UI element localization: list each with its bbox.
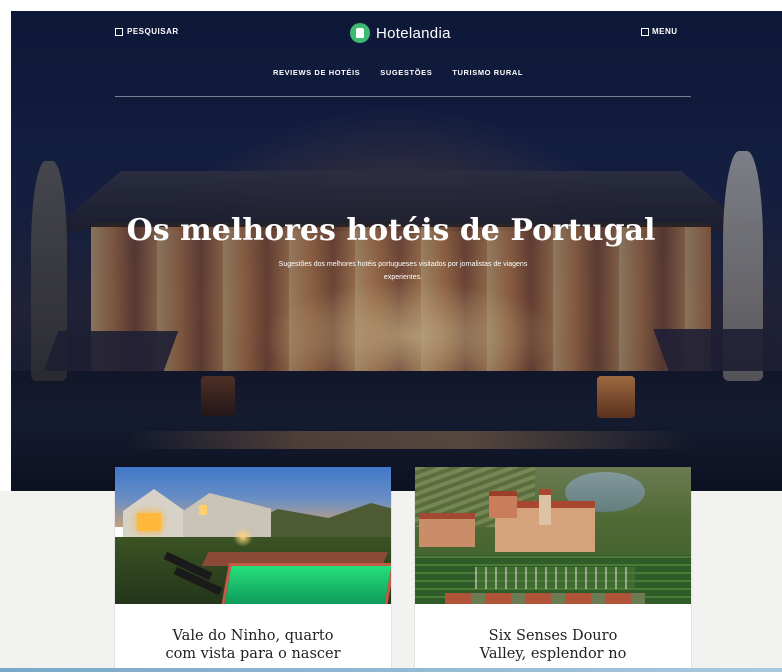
hero-subtitle: Sugestões dos melhores hotéis portuguese…	[278, 261, 528, 281]
image-tower	[539, 489, 551, 525]
image-building	[419, 513, 475, 547]
menu-icon	[641, 27, 649, 36]
article-title-line: Six Senses Douro	[488, 628, 618, 644]
article-card-vale-do-ninho[interactable]: Vale do Ninho, quarto com vista para o n…	[115, 467, 391, 672]
article-image[interactable]	[415, 467, 691, 604]
nav-link-reviews[interactable]: REVIEWS DE HOTÉIS	[273, 68, 360, 77]
brand-logo[interactable]: Hotelandia	[350, 23, 451, 43]
article-title-line: Valley, esplendor no	[479, 646, 627, 662]
hero-overlay	[11, 11, 782, 491]
article-title-line: Vale do Ninho, quarto	[172, 628, 334, 644]
article-card-six-senses[interactable]: Six Senses Douro Valley, esplendor no	[415, 467, 691, 672]
image-roofs	[445, 593, 645, 604]
nav-link-sugestoes[interactable]: SUGESTÕES	[380, 68, 432, 77]
image-pool	[221, 563, 391, 604]
search-button[interactable]: PESQUISAR	[115, 27, 179, 36]
brand-name: Hotelandia	[376, 24, 451, 42]
hero-title: Os melhores hotéis de Portugal	[126, 213, 656, 248]
image-hedges	[475, 567, 635, 589]
search-label: PESQUISAR	[127, 27, 179, 36]
padlock-logo-icon	[350, 23, 370, 43]
nav-divider	[115, 96, 691, 97]
search-icon	[115, 27, 123, 36]
page: PESQUISAR Hotelandia MENU REVIEWS DE HOT…	[0, 0, 782, 672]
article-title[interactable]: Vale do Ninho, quarto com vista para o n…	[115, 627, 391, 663]
article-image[interactable]	[115, 467, 391, 604]
image-window	[137, 513, 161, 531]
image-window	[199, 505, 207, 515]
menu-button[interactable]: MENU	[641, 27, 678, 36]
menu-label: MENU	[652, 27, 678, 36]
nav-link-turismo-rural[interactable]: TURISMO RURAL	[452, 68, 523, 77]
article-title[interactable]: Six Senses Douro Valley, esplendor no	[415, 627, 691, 663]
main-nav: REVIEWS DE HOTÉIS SUGESTÕES TURISMO RURA…	[0, 68, 782, 77]
article-title-line: com vista para o nascer	[165, 646, 341, 662]
image-lamp	[233, 527, 253, 547]
hero-banner	[11, 11, 782, 491]
image-building	[489, 491, 517, 518]
window-bottom-edge	[0, 668, 782, 672]
